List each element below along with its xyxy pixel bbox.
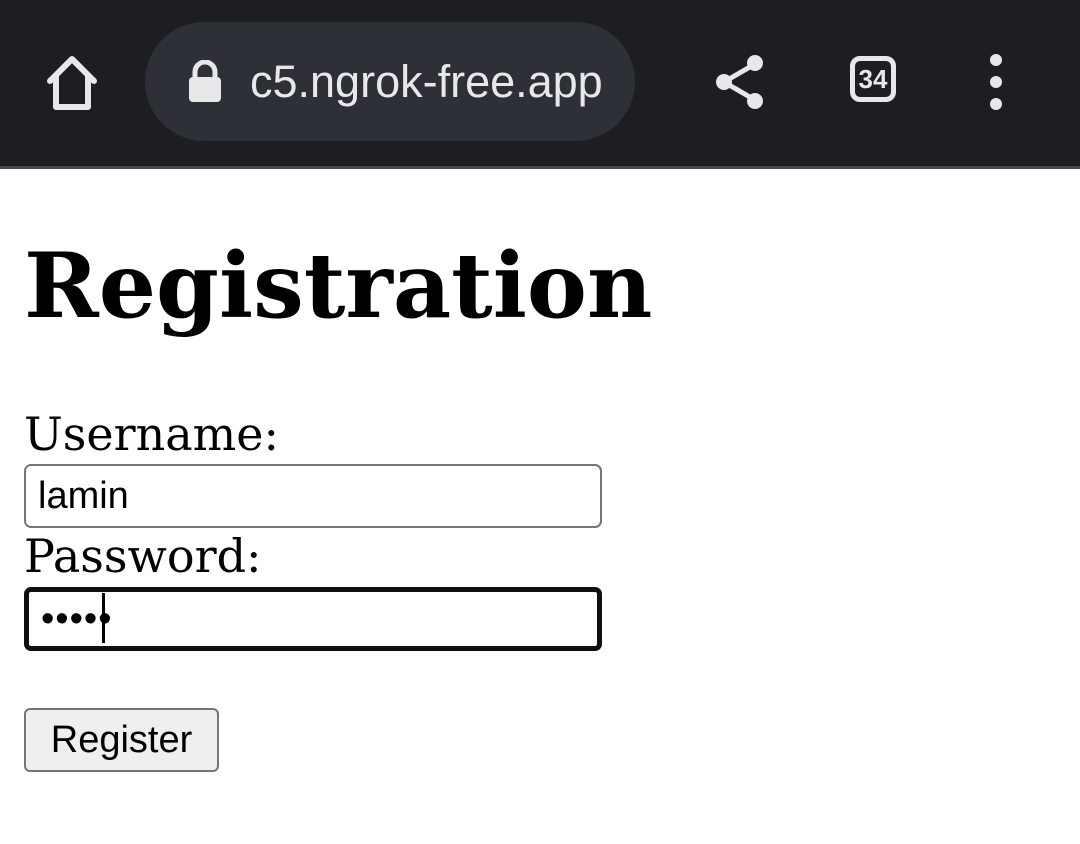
password-input[interactable] — [24, 587, 602, 651]
page-title: Registration — [24, 233, 653, 339]
more-vert-icon — [990, 54, 1002, 110]
browser-toolbar: c5.ngrok-free.app 34 — [0, 0, 1080, 169]
username-input[interactable] — [24, 464, 602, 528]
register-button[interactable]: Register — [24, 708, 219, 772]
address-bar[interactable]: c5.ngrok-free.app — [145, 22, 635, 141]
share-button[interactable] — [700, 42, 780, 122]
browser-menu-button[interactable] — [960, 42, 1032, 122]
tabs-icon: 34 — [850, 56, 896, 102]
text-caret — [102, 593, 105, 643]
url-text: c5.ngrok-free.app — [250, 56, 603, 107]
password-label: Password: — [24, 529, 262, 583]
home-icon — [47, 56, 97, 110]
home-button[interactable] — [30, 45, 114, 121]
lock-icon — [189, 60, 221, 102]
share-icon — [716, 55, 763, 109]
username-label: Username: — [24, 407, 279, 461]
tab-switcher-button[interactable]: 34 — [836, 42, 916, 122]
